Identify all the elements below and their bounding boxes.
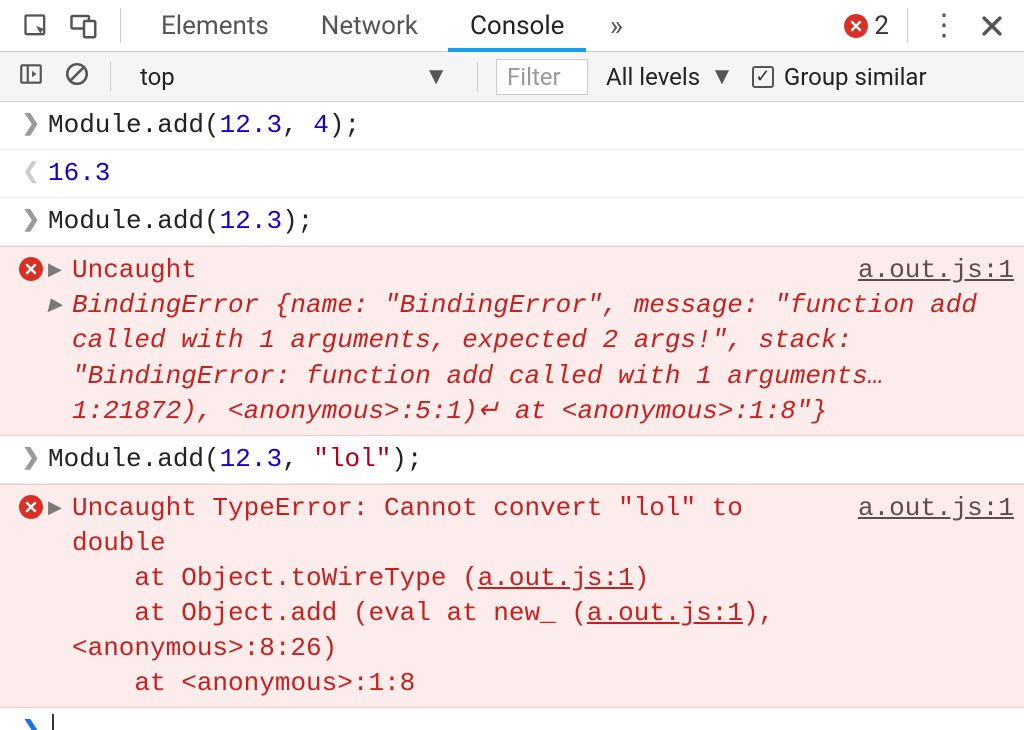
text-cursor [52,714,54,730]
error-title: Uncaught TypeError: Cannot convert "lol"… [72,491,830,561]
disclosure-triangle-icon[interactable]: ▶ [48,491,64,521]
chevron-down-icon: ▼ [424,62,448,91]
panel-tabs: Elements Network Console [139,0,586,51]
error-icon [19,495,43,519]
separator [477,62,478,91]
error-source-link[interactable]: a.out.js:1 [858,491,1014,526]
show-sidebar-icon[interactable] [18,61,46,93]
clear-console-icon[interactable] [64,61,92,93]
console-error-row[interactable]: ▶ Uncaught a.out.js:1 ▶ BindingError {na… [0,246,1024,435]
prompt-chevron-icon [14,714,48,730]
error-stack: at Object.toWireType (a.out.js:1) at Obj… [48,561,1014,701]
tab-label: Network [321,11,418,41]
error-source-link[interactable]: a.out.js:1 [858,253,1014,288]
input-code: Module.add(12.3, 4); [48,108,1014,143]
console-prompt-row[interactable] [0,708,1024,730]
console-error-row[interactable]: ▶ Uncaught TypeError: Cannot convert "lo… [0,484,1024,709]
error-count-value: 2 [874,11,889,41]
error-count[interactable]: 2 [844,11,889,41]
console-input-row[interactable]: Module.add(12.3); [0,198,1024,246]
disclosure-triangle-icon[interactable]: ▶ [48,288,64,318]
inspect-element-icon[interactable] [18,8,54,44]
context-value: top [140,63,175,91]
separator [907,8,908,43]
stack-source-link[interactable]: a.out.js:1 [587,598,743,628]
separator [120,8,121,43]
error-badge-icon [844,14,868,38]
kebab-menu-icon[interactable]: ⋮ [926,8,962,44]
input-chevron-icon [14,442,48,477]
checkbox-checked-icon: ✓ [752,66,774,88]
tab-elements[interactable]: Elements [139,0,291,51]
console-output-row: 16.3 [0,150,1024,198]
output-chevron-icon [14,156,48,191]
tab-label: Console [470,11,564,41]
group-similar-label: Group similar [784,63,927,91]
stack-source-link[interactable]: a.out.js:1 [478,563,634,593]
separator [110,62,111,91]
console-toolbar: top ▼ Filter All levels ▼ ✓ Group simila… [0,52,1024,102]
group-similar-toggle[interactable]: ✓ Group similar [752,63,927,91]
close-icon[interactable] [974,8,1010,44]
tab-network[interactable]: Network [299,0,440,51]
toggle-device-icon[interactable] [66,8,102,44]
tab-console[interactable]: Console [448,0,586,51]
input-code: Module.add(12.3); [48,204,1014,239]
filter-input[interactable]: Filter [496,59,588,95]
devtools-tabbar: Elements Network Console » 2 ⋮ [0,0,1024,52]
console-input-row[interactable]: Module.add(12.3, "lol"); [0,436,1024,484]
input-chevron-icon [14,204,48,239]
disclosure-triangle-icon[interactable]: ▶ [48,253,64,283]
error-title: Uncaught [72,253,830,288]
tab-label: Elements [161,11,269,41]
console-output: Module.add(12.3, 4); 16.3 Module.add(12.… [0,102,1024,730]
context-selector[interactable]: top ▼ [129,59,459,95]
console-input-row[interactable]: Module.add(12.3, 4); [0,102,1024,150]
output-value: 16.3 [48,158,110,188]
input-code: Module.add(12.3, "lol"); [48,442,1014,477]
filter-placeholder: Filter [507,63,561,91]
input-chevron-icon [14,108,48,143]
log-level-label: All levels [606,63,700,91]
error-object: BindingError {name: "BindingError", mess… [72,288,1014,428]
error-icon [19,257,43,281]
log-level-selector[interactable]: All levels ▼ [606,62,734,91]
chevron-down-icon: ▼ [710,62,734,91]
more-tabs-icon[interactable]: » [598,8,634,44]
